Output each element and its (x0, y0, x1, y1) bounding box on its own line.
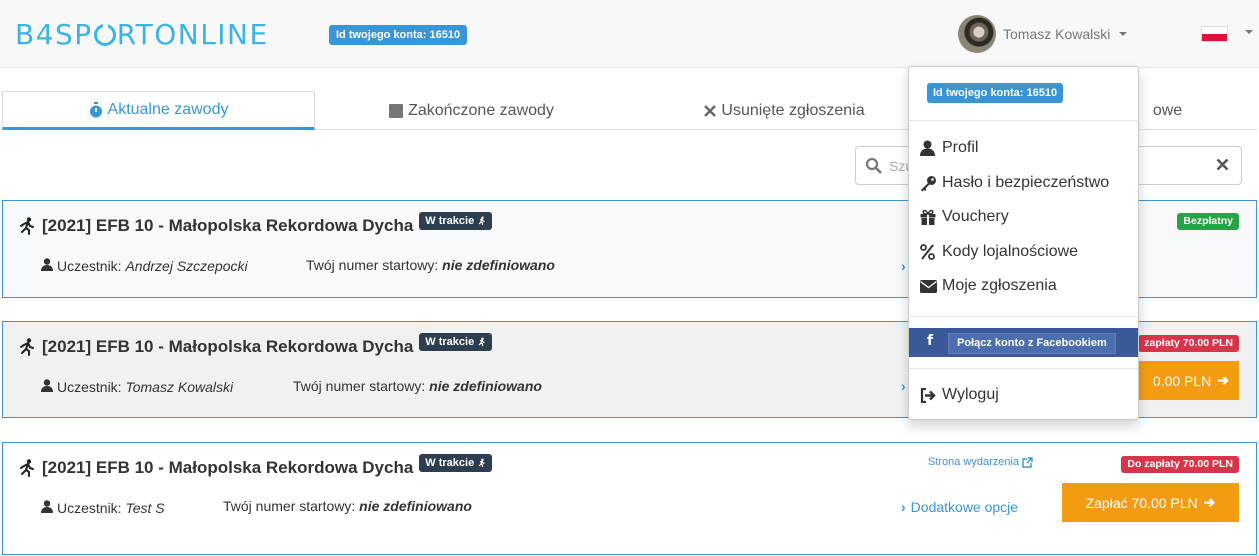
status-badge: W trakcie (419, 454, 493, 472)
key-icon (920, 175, 940, 192)
user-icon (41, 379, 53, 395)
connect-facebook-button[interactable]: Połącz konto z Facebookiem (948, 333, 1116, 354)
user-menu-toggle[interactable]: Tomasz Kowalski (958, 15, 1128, 53)
logo-text-mid: RT (116, 18, 155, 51)
envelope-icon (920, 279, 940, 293)
logo-text-start: B4SP (15, 18, 93, 51)
additional-options-link[interactable]: › Dodatkowe opcje (901, 499, 1018, 515)
participant: Uczestnik: Test S (41, 500, 165, 516)
competition-title[interactable]: [2021] EFB 10 - Małopolska Rekordowa Dyc… (18, 333, 493, 357)
participant: Uczestnik: Andrzej Szczepocki (41, 258, 248, 274)
sign-out-icon (920, 387, 940, 403)
avatar (958, 15, 996, 53)
participant-name: Tomasz Kowalski (125, 379, 234, 395)
logo-text-end: ONLINE (154, 18, 269, 51)
language-caret-down-icon[interactable] (1245, 30, 1253, 34)
user-icon (41, 500, 53, 516)
status-badge: W trakcie (419, 212, 493, 230)
tab-finished-competitions[interactable]: Zakończone zawody (315, 91, 628, 130)
menu-item-loyalty-codes[interactable]: Kody lojalnościowe (920, 243, 1078, 261)
logo-power-icon (93, 20, 116, 46)
user-name: Tomasz Kowalski (1003, 26, 1111, 42)
times-icon (704, 104, 717, 117)
participant-name: Test S (125, 500, 165, 516)
external-link-icon (1022, 456, 1033, 468)
menu-item-password-security[interactable]: Hasło i bezpieczeństwo (920, 174, 1109, 192)
title-text: [2021] EFB 10 - Małopolska Rekordowa Dyc… (42, 216, 414, 235)
divider (909, 316, 1138, 317)
menu-item-vouchers[interactable]: Vouchery (920, 208, 1009, 226)
account-id-badge: Id twojego konta: 16510 (927, 83, 1064, 103)
tab-label: Usunięte zgłoszenia (721, 101, 865, 119)
search-icon (865, 157, 882, 179)
gift-icon (920, 209, 940, 225)
user-icon (41, 258, 53, 274)
clear-search-icon[interactable] (1216, 158, 1229, 176)
competition-title[interactable]: [2021] EFB 10 - Małopolska Rekordowa Dyc… (18, 454, 493, 478)
start-number-value: nie zdefiniowano (359, 498, 472, 514)
facebook-icon: f (927, 333, 934, 349)
divider (909, 120, 1138, 121)
start-number: Twój numer startowy: nie zdefiniowano (293, 378, 542, 394)
competition-title[interactable]: [2021] EFB 10 - Małopolska Rekordowa Dyc… (18, 212, 493, 236)
start-number: Twój numer startowy: nie zdefiniowano (306, 257, 555, 273)
tab-label: Zakończone zawody (408, 101, 554, 119)
facebook-connect-row[interactable]: f Połącz konto z Facebookiem (909, 328, 1138, 357)
event-page-link[interactable]: Strona wydarzenia (928, 456, 1033, 468)
caret-down-icon (1119, 32, 1128, 36)
user-dropdown-menu: Id twojego konta: 16510 Profil Hasło i b… (908, 66, 1139, 420)
stopwatch-icon (89, 101, 103, 118)
menu-item-logout[interactable]: Wyloguj (920, 386, 999, 404)
pay-button[interactable]: 0.00 PLN ➔ (1139, 361, 1239, 400)
running-icon (18, 217, 36, 235)
title-text: [2021] EFB 10 - Małopolska Rekordowa Dyc… (42, 337, 414, 356)
title-text: [2021] EFB 10 - Małopolska Rekordowa Dyc… (42, 458, 414, 477)
top-navbar: B4SP RTONLINE Id twojego konta: 16510 Tom… (0, 0, 1259, 68)
free-badge: Bezpłatny (1177, 213, 1239, 230)
running-icon (18, 459, 36, 477)
pay-button[interactable]: Zapłać 70.00 PLN ➔ (1062, 483, 1239, 522)
participant: Uczestnik: Tomasz Kowalski (41, 379, 233, 395)
tab-label: owe (1152, 101, 1183, 119)
brand-logo[interactable]: B4SP RTONLINE (15, 18, 269, 52)
tab-removed-entries[interactable]: Usunięte zgłoszenia (628, 91, 941, 130)
percent-icon (920, 244, 940, 260)
tab-label: Aktualne zawody (107, 100, 229, 118)
menu-item-profile[interactable]: Profil (920, 139, 978, 157)
account-id-badge: Id twojego konta: 16510 (329, 25, 468, 45)
poland-flag-icon[interactable] (1201, 26, 1228, 42)
running-icon (18, 338, 36, 356)
competition-card: [2021] EFB 10 - Małopolska Rekordowa Dyc… (2, 442, 1257, 555)
amount-due-badge: zapłaty 70.00 PLN (1138, 335, 1239, 352)
start-number: Twój numer startowy: nie zdefiniowano (223, 498, 472, 514)
user-icon (920, 140, 940, 156)
participant-name: Andrzej Szczepocki (125, 258, 248, 274)
tab-current-competitions[interactable]: Aktualne zawody (2, 91, 315, 130)
stop-square-icon (389, 103, 404, 118)
status-badge: W trakcie (419, 333, 493, 351)
start-number-value: nie zdefiniowano (442, 257, 555, 273)
start-number-value: nie zdefiniowano (429, 378, 542, 394)
amount-due-badge: Do zapłaty 70.00 PLN (1121, 456, 1239, 473)
divider (909, 368, 1138, 369)
menu-item-my-entries[interactable]: Moje zgłoszenia (920, 277, 1057, 295)
